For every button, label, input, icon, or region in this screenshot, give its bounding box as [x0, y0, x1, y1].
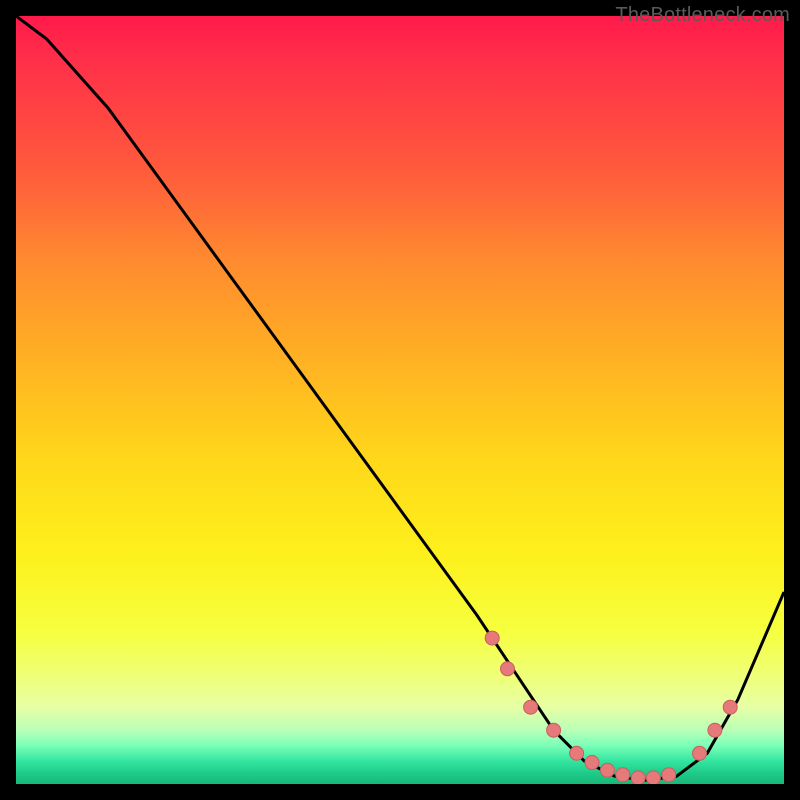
valley-dot: [662, 768, 676, 782]
valley-dot: [547, 723, 561, 737]
valley-dot: [631, 771, 645, 784]
valley-dot: [616, 768, 630, 782]
valley-dot: [646, 771, 660, 784]
valley-dot: [600, 763, 614, 777]
valley-dot: [585, 756, 599, 770]
watermark-text: TheBottleneck.com: [615, 4, 790, 27]
valley-dot: [570, 746, 584, 760]
plot-area: [16, 16, 784, 784]
valley-dots-group: [485, 631, 737, 784]
valley-dot: [501, 662, 515, 676]
valley-dot: [485, 631, 499, 645]
bottleneck-curve: [16, 16, 784, 780]
chart-frame: TheBottleneck.com: [0, 0, 800, 800]
valley-dot: [524, 700, 538, 714]
valley-dot: [708, 723, 722, 737]
valley-dot: [723, 700, 737, 714]
valley-dot: [693, 746, 707, 760]
curve-layer: [16, 16, 784, 784]
